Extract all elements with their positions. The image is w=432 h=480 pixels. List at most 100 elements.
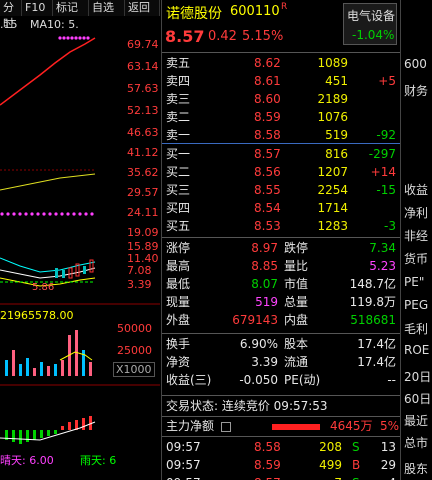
ask-label: 卖三 [166, 92, 191, 106]
ask-volume: 451 [325, 74, 348, 88]
stat-value: -0.050 [239, 373, 278, 387]
stat-row: 现量 519 总量 119.8万 [162, 294, 400, 311]
divider [162, 52, 400, 53]
bid-delta: -3 [384, 219, 396, 233]
stat-value: 5.23 [369, 259, 396, 273]
bid-row[interactable]: 买二 8.56 1207 +14 [162, 164, 400, 181]
tick-row: 09:57 8.59 499 B 29 [162, 457, 400, 474]
y-axis-label: 52.13 [127, 104, 159, 117]
bid-label: 买五 [166, 219, 191, 233]
bid-price: 8.55 [254, 183, 281, 197]
toolbar-item-mark[interactable]: 标记 [53, 0, 89, 16]
sector-name: 电气设备 [347, 9, 396, 23]
divider [162, 333, 400, 334]
ask-label: 卖二 [166, 110, 191, 124]
stat-label: 量比 [284, 259, 309, 273]
ask-row[interactable]: 卖二 8.59 1076 [162, 109, 400, 126]
stat-value: -- [387, 373, 396, 387]
kline-chart-area[interactable]: 分时 F10 标记 自选 返回 .15 MA10: 5. 69.74 63.14… [0, 0, 160, 480]
bid-row[interactable]: 买四 8.54 1714 [162, 200, 400, 217]
stock-name: 诺德股份 [166, 6, 222, 22]
right-panel-item: 财务 [404, 84, 429, 98]
stat-label: 最高 [166, 259, 191, 273]
toolbar-item-back[interactable]: 返回 [125, 0, 160, 16]
stat-label: 收益(三) [166, 373, 212, 387]
current-price: 8.57 [165, 27, 205, 46]
magenta-dot-row-top [58, 36, 90, 40]
bid-row[interactable]: 买三 8.55 2254 -15 [162, 182, 400, 199]
sector-pct: -1.04% [352, 28, 395, 42]
bid-label: 买二 [166, 165, 191, 179]
bid-delta: -297 [368, 147, 396, 161]
ma-line-yellow [0, 173, 96, 191]
indicator-rain: 雨天: 6 [80, 454, 117, 467]
ask-row[interactable]: 卖一 8.58 519 -92 [162, 127, 400, 144]
stat-value: 119.8万 [349, 295, 396, 309]
stat-label: 现量 [166, 295, 191, 309]
ask-volume: 1089 [317, 56, 348, 70]
stat-row: 涨停 8.97 跌停 7.34 [162, 240, 400, 257]
main-flow-pct: 5% [380, 419, 400, 433]
stat-row: 收益(三) -0.050 PE(动) -- [162, 372, 400, 389]
tick-count: 13 [380, 440, 396, 454]
right-panel-item: 净利 [404, 206, 429, 220]
ask-volume: 2189 [317, 92, 348, 106]
ask-label: 卖一 [166, 128, 191, 142]
main-flow-bar [272, 424, 320, 430]
vol-axis-label: 25000 [117, 344, 152, 357]
ask-row[interactable]: 卖五 8.62 1089 [162, 55, 400, 72]
ask-volume: 519 [325, 128, 348, 142]
y-axis-label: 63.14 [127, 60, 159, 73]
ma-line-red [0, 37, 96, 106]
main-flow-row[interactable]: 主力净额 4645万 5% [162, 418, 400, 435]
right-info-panel: 600 财务 收益 净利 非经 货币 PE" PEG 毛利 ROE 20日 60日 最近 总市 股东 [400, 0, 432, 480]
y-axis-label: 57.63 [127, 82, 159, 95]
sector-box[interactable]: 电气设备 -1.04% [343, 3, 397, 45]
ask-label: 卖四 [166, 74, 191, 88]
tick-row: 09:57 8.57 7 S 4 [162, 475, 400, 480]
ask-price: 8.61 [254, 74, 281, 88]
bollinger-upper [0, 257, 96, 273]
stock-code: 600110 [230, 4, 280, 19]
tick-price: 8.57 [254, 475, 281, 480]
ask-label: 卖五 [166, 56, 191, 70]
toolbar-item-watchlist[interactable]: 自选 [89, 0, 125, 16]
divider [162, 416, 400, 417]
ask-row[interactable]: 卖三 8.60 2189 [162, 91, 400, 108]
bid-row[interactable]: 买五 8.53 1283 -3 [162, 218, 400, 235]
stat-value: 148.7亿 [349, 277, 396, 291]
ask-price: 8.60 [254, 92, 281, 106]
bid-volume: 816 [325, 147, 348, 161]
indicator-cloudy: 晴天: 6.00 [0, 454, 54, 467]
bid-ask-divider [162, 143, 400, 144]
price-change: 0.42 [208, 29, 237, 44]
tick-side: S [352, 440, 360, 454]
main-flow-icon[interactable] [221, 422, 231, 432]
volume-header: 21965578.00 [0, 309, 74, 322]
tick-price: 8.59 [254, 458, 281, 472]
right-panel-item: 60日 [404, 392, 432, 406]
tick-count: 4 [370, 475, 396, 480]
stat-label: 股本 [284, 337, 309, 351]
tick-volume: 7 [298, 475, 342, 480]
bid-row[interactable]: 买一 8.57 816 -297 [162, 146, 400, 163]
quote-panel: 诺德股份 600110 R 8.57 0.42 5.15% 电气设备 -1.04… [161, 0, 400, 480]
y-axis-label: 7.08 [127, 264, 152, 277]
stat-value: 8.85 [251, 259, 278, 273]
stat-value: 8.97 [251, 241, 278, 255]
right-panel-item: 毛利 [404, 322, 429, 336]
ask-delta: +5 [378, 74, 396, 88]
low-price-marker: 5.86 [32, 282, 55, 293]
bid-price: 8.56 [254, 165, 281, 179]
divider [162, 395, 400, 396]
ask-price: 8.59 [254, 110, 281, 124]
tick-time: 09:57 [166, 458, 201, 472]
bollinger-mid [0, 267, 96, 279]
right-panel-item: ROE [404, 343, 430, 357]
macd-bars [5, 416, 92, 444]
ask-row[interactable]: 卖四 8.61 451 +5 [162, 73, 400, 90]
stat-value: 8.07 [251, 277, 278, 291]
toolbar-item-time[interactable]: 分时 [0, 0, 22, 30]
toolbar-item-f10[interactable]: F10 [22, 0, 53, 16]
bid-price: 8.53 [254, 219, 281, 233]
